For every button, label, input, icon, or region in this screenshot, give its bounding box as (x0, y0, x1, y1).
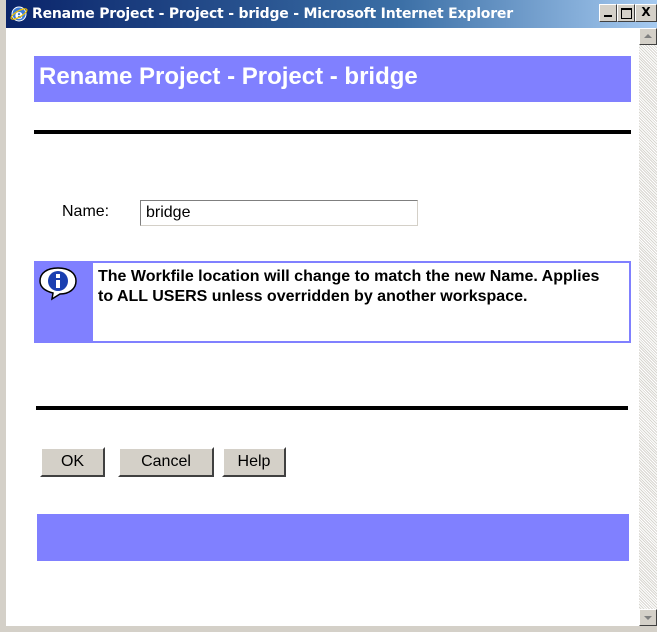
arrow-up-icon (644, 34, 652, 38)
vertical-scrollbar[interactable] (639, 28, 657, 626)
close-icon: X (641, 5, 651, 19)
cancel-button[interactable]: Cancel (118, 447, 214, 477)
info-icon-cell (36, 263, 93, 341)
help-button[interactable]: Help (222, 447, 286, 477)
info-box: The Workfile location will change to mat… (34, 261, 631, 343)
page-content: Rename Project - Project - bridge Name: … (12, 28, 639, 626)
name-label: Name: (62, 203, 110, 220)
maximize-button[interactable] (617, 4, 635, 22)
info-message: The Workfile location will change to mat… (98, 268, 600, 305)
divider-bottom (36, 406, 628, 410)
window-title: Rename Project - Project - bridge - Micr… (32, 6, 513, 22)
name-input[interactable] (140, 200, 418, 226)
title-bar[interactable]: e Rename Project - Project - bridge - Mi… (6, 0, 657, 28)
browser-window: e Rename Project - Project - bridge - Mi… (0, 0, 657, 632)
scroll-down-button[interactable] (639, 609, 657, 626)
arrow-down-icon (644, 616, 652, 620)
ok-button[interactable]: OK (40, 447, 105, 477)
internet-explorer-icon: e (10, 6, 28, 23)
scroll-up-button[interactable] (639, 28, 657, 45)
maximize-icon (621, 8, 632, 19)
info-icon (39, 267, 77, 301)
minimize-button[interactable] (599, 4, 617, 22)
header-band: Rename Project - Project - bridge (34, 56, 631, 102)
footer-band (37, 514, 629, 561)
minimize-icon (604, 15, 612, 17)
close-button[interactable]: X (635, 4, 657, 22)
page-title: Rename Project - Project - bridge (39, 63, 418, 90)
divider-top (34, 130, 631, 134)
